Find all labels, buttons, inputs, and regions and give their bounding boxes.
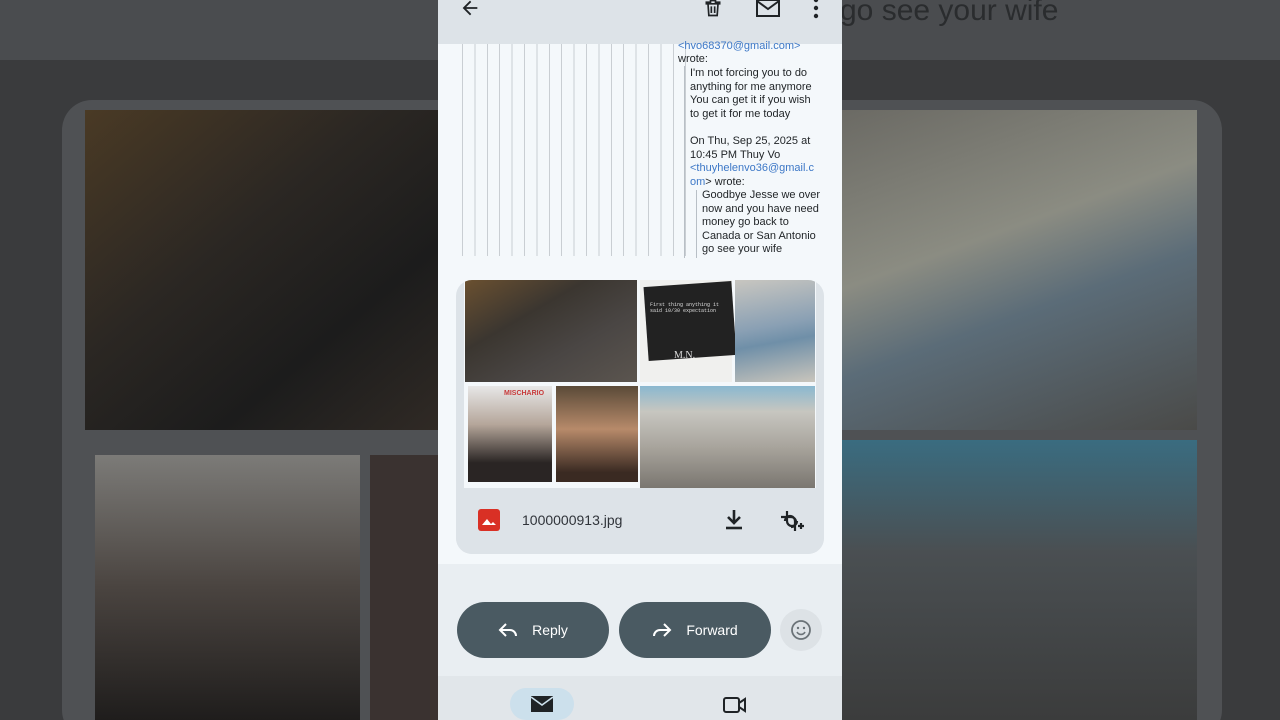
attachment-preview[interactable]: First thing anything it said 10/30 expec… xyxy=(464,280,816,488)
reply-button[interactable]: Reply xyxy=(457,602,609,658)
quoted-line: I'm not forcing you to do xyxy=(690,67,808,79)
background-top-text: go see your wife xyxy=(840,0,1059,27)
forward-label: Forward xyxy=(686,622,738,638)
quoted-line: go see your wife xyxy=(702,243,783,255)
quoted-line: anything for me anymore xyxy=(690,80,812,93)
attachment-info-bar: 1000000913.jpg xyxy=(456,488,824,554)
collage-photo-note: First thing anything it said 10/30 expec… xyxy=(640,280,737,382)
collage-sign-text: MISCHARIO xyxy=(504,390,545,397)
email-toolbar xyxy=(438,0,842,44)
background-photo-5 xyxy=(842,440,1197,720)
trash-icon[interactable] xyxy=(700,0,726,22)
forward-button[interactable]: Forward xyxy=(619,602,771,658)
background-photo-3 xyxy=(95,455,360,720)
emoji-reaction-icon[interactable] xyxy=(780,609,822,651)
download-icon[interactable] xyxy=(722,506,746,534)
quoted-sender-email[interactable]: <hvo68370@gmail.com> xyxy=(678,40,800,54)
quoted-header: On Thu, Sep 25, 2025 at xyxy=(690,135,811,147)
quoted-wrote-label: wrote: xyxy=(678,53,708,65)
background-photo-4 xyxy=(370,455,440,720)
meet-video-icon[interactable] xyxy=(720,692,750,718)
bottom-navigation xyxy=(438,676,842,720)
quoted-line: now and you have need xyxy=(702,202,819,215)
forward-arrow-icon xyxy=(653,623,672,637)
collage-photo-hospital xyxy=(735,280,815,382)
quote-bar-inner xyxy=(696,190,697,258)
image-file-icon xyxy=(478,509,500,531)
more-vertical-icon[interactable] xyxy=(806,0,826,22)
collage-note-text: First thing anything it said 10/30 expec… xyxy=(650,302,720,314)
quoted-line: money go back to xyxy=(702,216,789,228)
quoted-header: 10:45 PM Thuy Vo xyxy=(690,148,781,161)
quoted-sender-email-2-cont: om> wrote: xyxy=(690,175,745,188)
reply-arrow-icon xyxy=(498,623,518,637)
collage-note-mark: M.N. xyxy=(674,350,696,361)
quoted-line: Canada or San Antonio xyxy=(702,229,816,242)
quoted-line: to get it for me today xyxy=(690,107,791,120)
reply-actions-area: Reply Forward xyxy=(438,564,842,676)
mail-icon[interactable] xyxy=(753,0,783,22)
back-arrow-icon[interactable] xyxy=(456,0,484,22)
quoted-sender-email-2[interactable]: <thuyhelenvo36@gmail.c xyxy=(690,162,814,176)
collage-photo-couch xyxy=(465,280,637,382)
attachment-filename: 1000000913.jpg xyxy=(522,512,623,528)
quoted-line: You can get it if you wish xyxy=(690,94,811,106)
add-to-photos-icon[interactable] xyxy=(776,506,806,536)
background-photo-2 xyxy=(842,110,1197,430)
phone-screen: <hvo68370@gmail.com> wrote: I'm not forc… xyxy=(438,0,842,720)
collage-photo-selfie-2 xyxy=(556,386,638,482)
reply-label: Reply xyxy=(532,622,568,638)
attachment-card[interactable]: First thing anything it said 10/30 expec… xyxy=(456,280,824,554)
quote-nesting-lines xyxy=(462,44,686,256)
quoted-line: Goodbye Jesse we over xyxy=(702,189,821,201)
mail-tab-icon[interactable] xyxy=(510,688,574,720)
quote-bar xyxy=(684,66,685,258)
collage-photo-selfie-1: MISCHARIO xyxy=(468,386,552,482)
collage-photo-room xyxy=(640,386,815,488)
email-body: <hvo68370@gmail.com> wrote: I'm not forc… xyxy=(438,40,842,564)
background-photo-1 xyxy=(85,110,440,430)
